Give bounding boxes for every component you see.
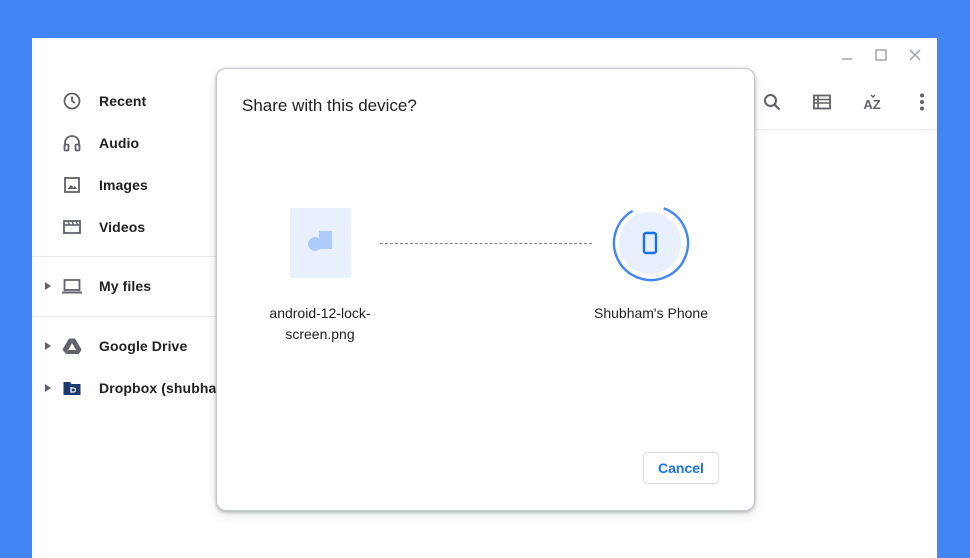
dialog-title: Share with this device? [242, 96, 417, 115]
clock-icon [61, 90, 83, 112]
sidebar-item-label: Images [99, 177, 148, 193]
file-name: android-12-lock-screen.png [269, 305, 371, 342]
sort-az-icon[interactable]: AZ [847, 88, 897, 116]
google-drive-icon [61, 335, 83, 357]
image-icon [61, 174, 83, 196]
more-vert-icon[interactable] [897, 88, 947, 116]
sidebar: Recent Audio Images Videos My files Goog… [32, 38, 229, 558]
sidebar-item-label: Videos [99, 219, 146, 235]
connection-line [380, 243, 592, 244]
sidebar-item-recent[interactable]: Recent [32, 86, 232, 116]
maximize-icon[interactable] [869, 46, 893, 64]
device-name: Shubham's Phone [594, 305, 708, 321]
sidebar-item-label: Recent [99, 93, 147, 109]
window-controls [835, 46, 927, 64]
device-progress-ring [611, 203, 691, 283]
expand-arrow-icon[interactable] [44, 281, 52, 291]
film-icon [61, 216, 83, 238]
sidebar-item-images[interactable]: Images [32, 170, 232, 200]
smartphone-icon [642, 231, 658, 260]
sidebar-divider [32, 256, 222, 257]
sidebar-item-label: My files [99, 278, 152, 294]
sort-label: AZ [863, 97, 880, 112]
sidebar-item-label: Audio [99, 135, 140, 151]
minimize-icon[interactable] [835, 46, 859, 64]
file-thumbnail [290, 208, 351, 278]
toolbar: AZ [747, 88, 947, 116]
sidebar-item-videos[interactable]: Videos [32, 212, 232, 242]
sidebar-item-label: Google Drive [99, 338, 188, 354]
sidebar-divider [32, 316, 222, 317]
sidebar-item-dropbox[interactable]: Dropbox (shubham [32, 373, 232, 403]
toolbar-divider [752, 129, 937, 130]
sidebar-item-audio[interactable]: Audio [32, 128, 232, 158]
dropbox-icon [61, 377, 83, 399]
close-icon[interactable] [903, 46, 927, 64]
laptop-icon [61, 275, 83, 297]
sidebar-item-label: Dropbox (shubham [99, 380, 229, 396]
image-file-icon [306, 228, 336, 259]
headphones-icon [61, 132, 83, 154]
expand-arrow-icon[interactable] [44, 341, 52, 351]
share-dialog: Share with this device? android-12-lock-… [216, 68, 755, 511]
sidebar-item-my-files[interactable]: My files [32, 271, 232, 301]
expand-arrow-icon[interactable] [44, 383, 52, 393]
cancel-button[interactable]: Cancel [643, 452, 719, 484]
list-view-icon[interactable] [797, 88, 847, 116]
sidebar-item-google-drive[interactable]: Google Drive [32, 331, 232, 361]
